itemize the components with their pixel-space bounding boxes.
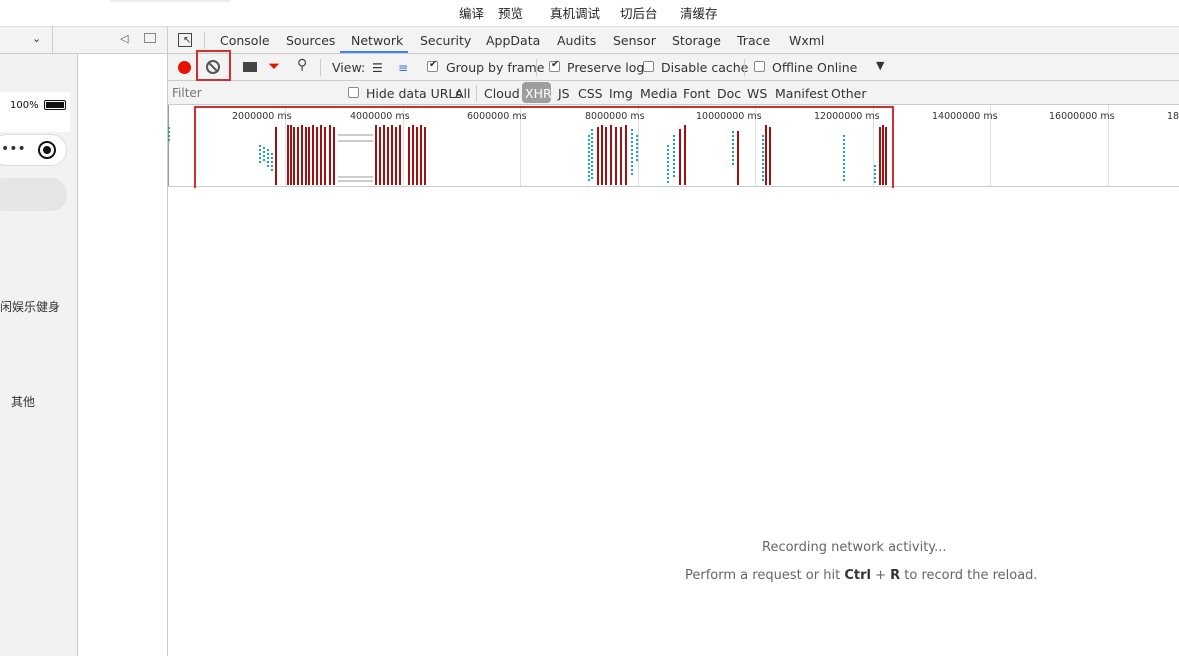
phone-simulator: 100% ••• 闲娱乐健身 其他 [0,54,78,656]
waterfall-view-icon[interactable]: ≡ [398,61,408,75]
type-filter-doc[interactable]: Doc [717,86,741,101]
window-icon[interactable] [144,33,156,43]
divider [476,85,477,102]
type-filter-manifest[interactable]: Manifest [775,86,828,101]
divider [320,59,321,76]
close-target-icon[interactable] [38,141,56,159]
plus-sign: + [870,568,891,583]
tab-security[interactable]: Security [420,33,471,48]
r-key: R [890,568,901,583]
preserve-log-label: Preserve log [567,60,645,75]
background-button[interactable]: 切后台 [620,3,658,22]
type-filter-css[interactable]: CSS [578,86,603,101]
divider [52,27,53,54]
more-dots-icon[interactable]: ••• [1,141,26,157]
list-view-icon[interactable]: ☰ [372,61,383,75]
compile-button[interactable]: 编译 [459,3,484,22]
active-tab-indicator [340,51,408,53]
type-filter-js[interactable]: JS [558,86,570,101]
type-filter-other[interactable]: Other [831,86,867,101]
tab-appdata[interactable]: AppData [486,33,540,48]
clear-cache-button[interactable]: 清缓存 [680,3,718,22]
disable-cache-checkbox[interactable] [643,61,654,72]
ide-top-toolbar: 编译 预览 真机调试 切后台 清缓存 [0,0,1179,27]
tab-audits[interactable]: Audits [557,33,596,48]
search-icon[interactable]: ⚲ [297,57,307,73]
tab-sensor[interactable]: Sensor [613,33,656,48]
tab-storage[interactable]: Storage [672,33,721,48]
type-filter-ws[interactable]: WS [747,86,767,101]
view-label: View: [332,60,366,75]
battery-icon [44,100,66,110]
tab-console[interactable]: Console [220,33,270,48]
preview-button[interactable]: 预览 [498,3,523,22]
type-filter-cloud[interactable]: Cloud [484,86,520,101]
network-toolbar: ⏷ ⚲ View: ☰ ≡ Group by frame Preserve lo… [168,50,1179,81]
devtools-tabbar: ↖ Console Sources Network Security AppDa… [168,27,1179,54]
disable-cache-label: Disable cache [661,60,749,75]
clear-icon[interactable] [206,60,220,74]
tab-trace[interactable]: Trace [737,33,770,48]
chevron-down-icon[interactable]: ⌄ [32,32,41,45]
divider [536,59,537,76]
simulator-margin [78,54,168,656]
tab-sources[interactable]: Sources [286,33,335,48]
record-icon[interactable] [178,61,191,74]
hide-data-urls-checkbox[interactable] [348,87,359,98]
type-filter-font[interactable]: Font [683,86,710,101]
capsule-menu[interactable]: ••• [0,134,67,166]
preserve-log-checkbox[interactable] [549,59,560,72]
dropdown-arrow-icon[interactable]: ▼ [876,59,884,72]
simulator-header: ⌄ ◁ [0,27,168,54]
search-box[interactable] [0,178,67,211]
camera-icon[interactable] [243,62,257,72]
throttle-select[interactable]: Online [817,60,857,75]
category-leisure[interactable]: 闲娱乐健身 [0,298,60,315]
offline-label: Offline [772,60,814,75]
top-strip [110,0,230,2]
inspect-element-icon[interactable]: ↖ [178,33,192,47]
tab-wxml[interactable]: Wxml [789,33,824,48]
battery-percent: 100% [10,100,39,111]
category-other[interactable]: 其他 [11,393,35,410]
real-device-debug-button[interactable]: 真机调试 [550,3,600,22]
ctrl-key: Ctrl [844,568,871,583]
hide-data-urls-label: Hide data URLs [366,86,462,101]
offline-checkbox[interactable] [754,61,765,72]
reload-hint: Perform a request or hit Ctrl + R to rec… [685,568,1038,583]
type-filter-all[interactable]: All [455,86,471,101]
type-filter-media[interactable]: Media [640,86,678,101]
divider [204,32,205,49]
network-request-list: Recording network activity... Perform a … [168,188,1179,656]
group-by-frame-checkbox[interactable] [427,59,438,72]
volume-icon[interactable]: ◁ [120,32,128,45]
type-filter-xhr[interactable]: XHR [525,86,552,101]
network-filterbar: Hide data URLs All Cloud XHR JS CSS Img … [168,81,1179,105]
group-by-frame-label: Group by frame [446,60,545,75]
highlight-box-timeline [194,106,894,199]
filter-icon[interactable]: ⏷ [268,57,280,75]
divider [744,59,745,76]
reload-hint-prefix: Perform a request or hit [685,568,845,583]
recording-message: Recording network activity... [762,540,947,555]
tab-network[interactable]: Network [351,33,403,48]
reload-hint-suffix: to record the reload. [900,568,1038,583]
type-filter-img[interactable]: Img [609,86,633,101]
status-bar: 100% [0,92,70,132]
filter-input[interactable] [172,84,332,102]
